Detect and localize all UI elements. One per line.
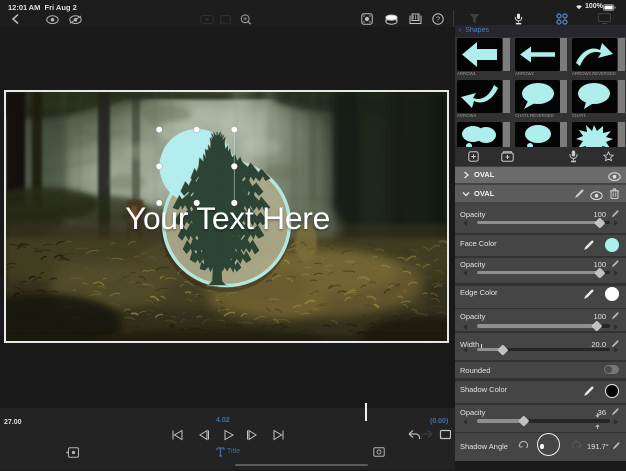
svg-text:?: ? <box>436 15 440 24</box>
